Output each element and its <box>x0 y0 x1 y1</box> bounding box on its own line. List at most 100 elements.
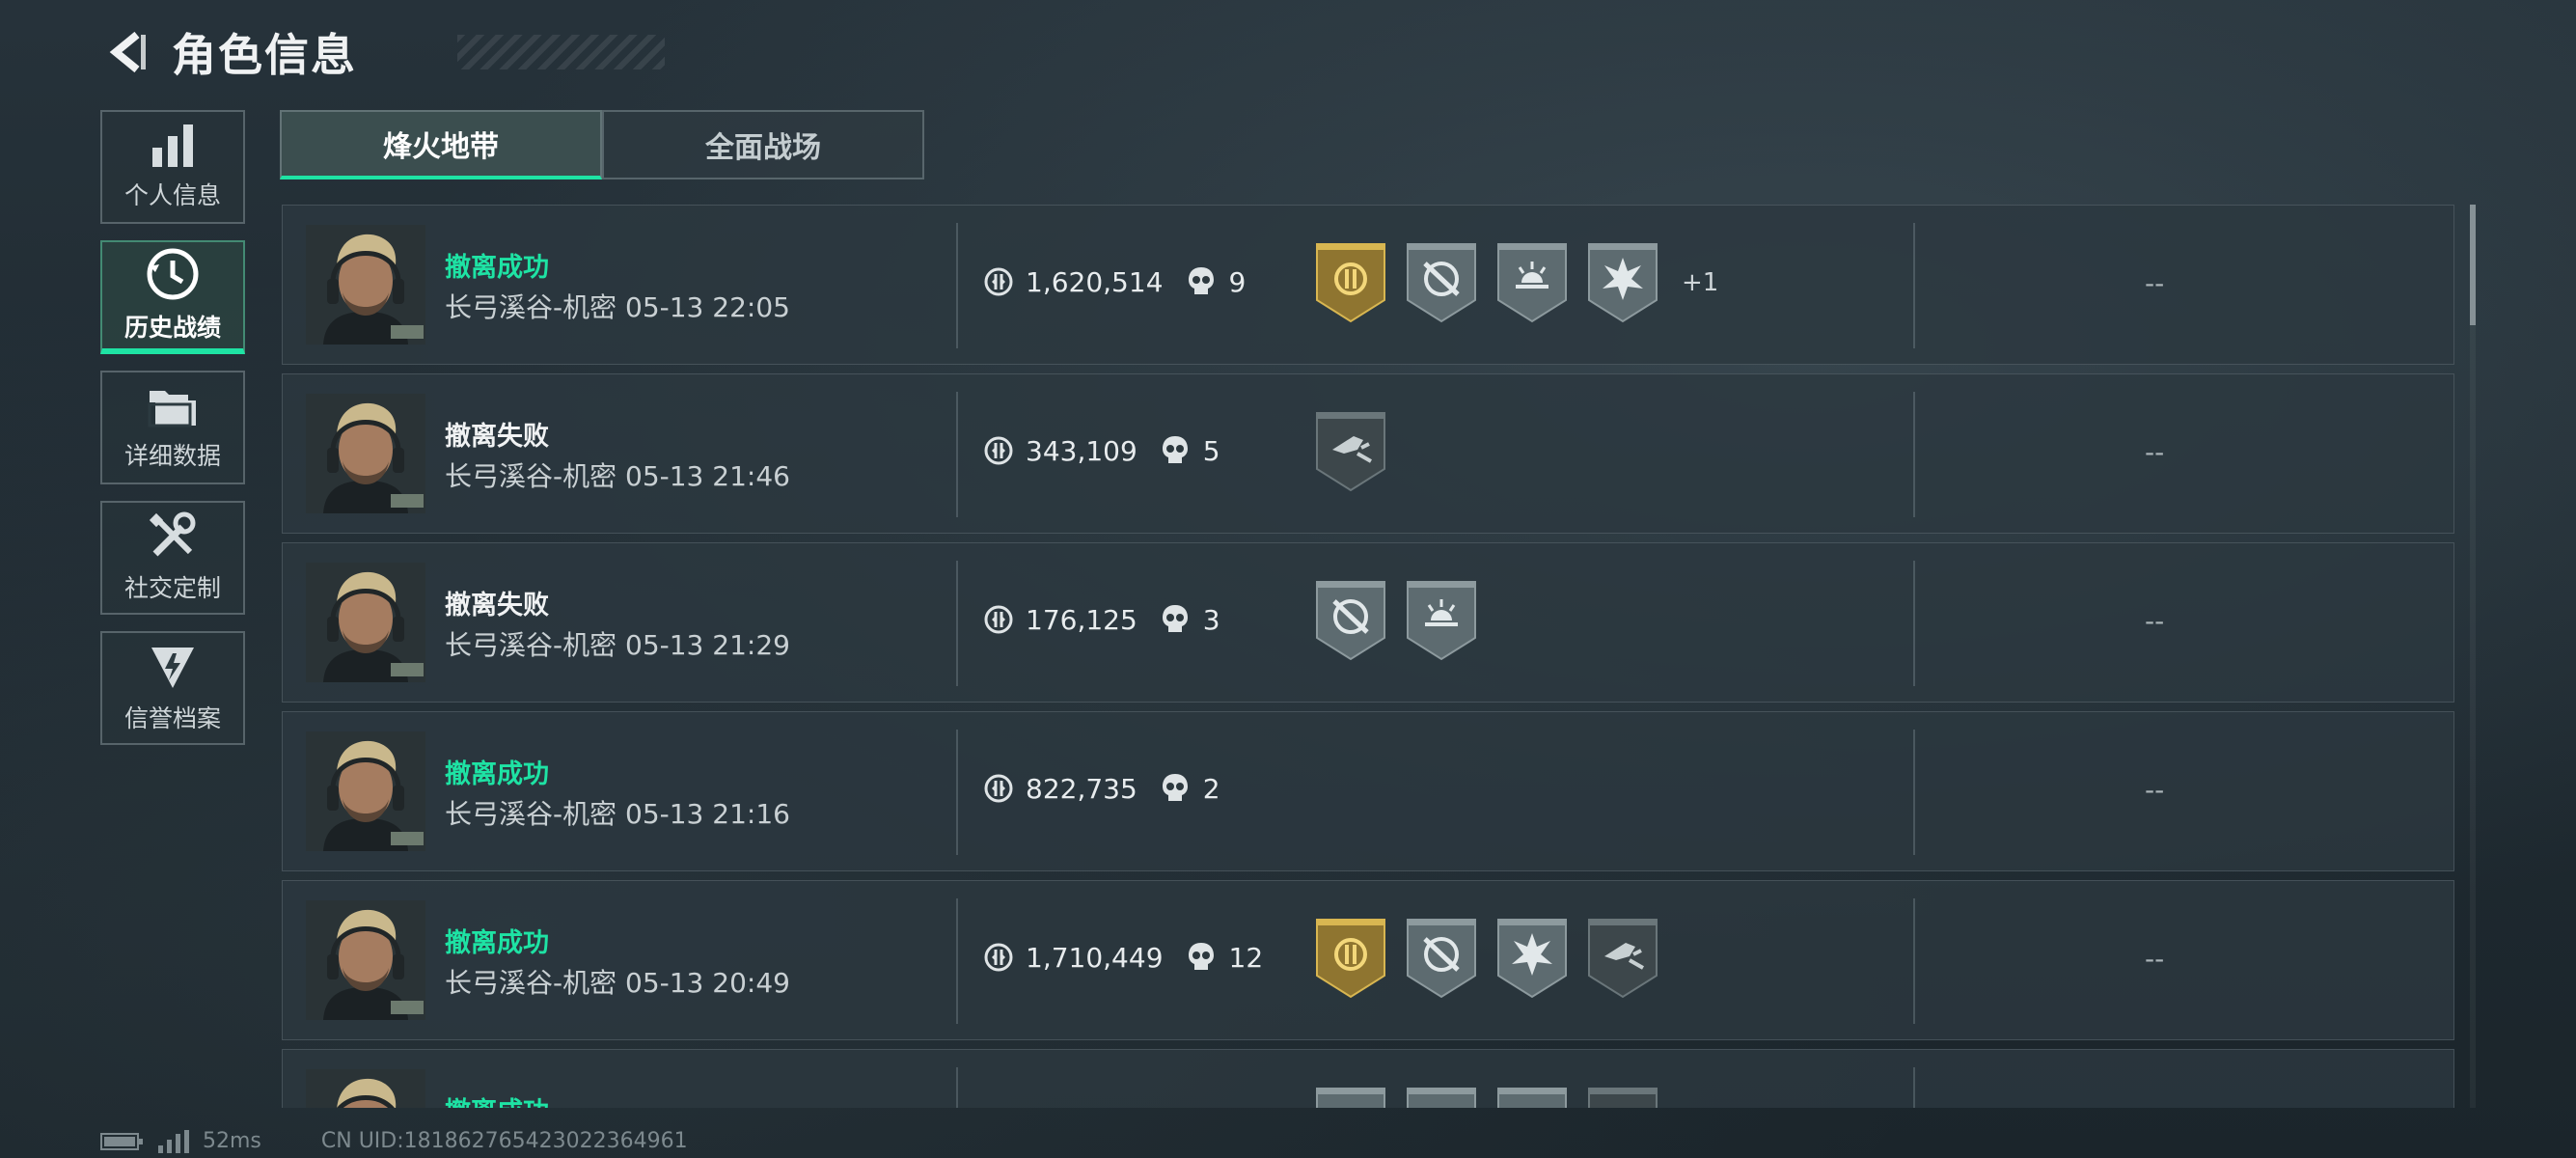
nav-item-detailed-data[interactable]: 详细数据 <box>100 371 245 484</box>
page-title: 角色信息 <box>172 29 357 81</box>
match-row[interactable]: 撤离失败 长弓溪谷-机密 05-13 21:29 176,125 3 -- <box>282 542 2454 703</box>
column-divider <box>1913 730 1915 855</box>
nav-label: 详细数据 <box>123 442 221 470</box>
tab-full-battlefield[interactable]: 全面战场 <box>602 110 924 179</box>
kill-count: 5 <box>1202 434 1220 467</box>
column-divider <box>956 1067 958 1108</box>
signal-icon <box>158 1129 189 1153</box>
back-arrow-icon <box>109 31 146 73</box>
nav-item-history-records[interactable]: 历史战绩 <box>100 240 245 354</box>
nav-item-social-customization[interactable]: 社交定制 <box>100 501 245 615</box>
map-and-time: 长弓溪谷-机密 05-13 20:49 <box>445 967 790 999</box>
user-uid: CN UID:181862765423022364961 <box>320 1129 688 1153</box>
ping-value: 52ms <box>203 1129 261 1153</box>
title-decoration <box>457 35 665 69</box>
sunrise-badge[interactable] <box>1496 1087 1568 1108</box>
rating-placeholder: -- <box>2145 943 2165 975</box>
extraction-status: 撤离成功 <box>445 1090 549 1108</box>
skull-icon <box>1161 434 1190 467</box>
nav-label: 历史战绩 <box>123 314 221 342</box>
column-divider <box>1913 223 1915 348</box>
nav-label: 信誉档案 <box>123 704 221 732</box>
achievement-badges <box>1315 1087 1678 1108</box>
kill-count: 3 <box>1202 603 1220 636</box>
loot-value-block: 1,620,514 9 <box>983 265 1246 298</box>
gold-emblem-badge[interactable] <box>1315 242 1386 323</box>
coin-icon <box>983 773 1014 804</box>
sunrise-badge[interactable] <box>1406 580 1477 661</box>
kill-count: 9 <box>1228 265 1247 298</box>
nav-item-credit-profile[interactable]: 信誉档案 <box>100 631 245 745</box>
clock-history-icon <box>147 248 199 300</box>
column-divider <box>956 898 958 1024</box>
extraction-status: 撤离成功 <box>445 759 549 789</box>
loot-value: 176,125 <box>1026 603 1137 636</box>
skull-icon <box>1161 772 1190 805</box>
achievement-badges <box>1315 918 1678 999</box>
achievement-badges: +1 <box>1315 242 1718 323</box>
operator-avatar <box>306 1069 425 1108</box>
loot-value: 822,735 <box>1026 772 1137 805</box>
operator-avatar <box>306 563 425 682</box>
kill-count: 12 <box>1228 941 1264 974</box>
page-header: 角色信息 <box>100 21 665 83</box>
broken-gun-badge[interactable] <box>1315 411 1386 492</box>
crosshair-badge[interactable] <box>1406 1087 1477 1108</box>
loot-value: 343,109 <box>1026 434 1137 467</box>
explosion-badge[interactable] <box>1496 918 1568 999</box>
coin-icon <box>983 266 1014 297</box>
crosshair-badge[interactable] <box>1315 1087 1386 1108</box>
column-divider <box>956 730 958 855</box>
skull-icon <box>1161 603 1190 636</box>
loot-value-block: 822,735 2 <box>983 772 1220 805</box>
list-scrollbar[interactable] <box>2470 205 2476 1108</box>
match-row[interactable]: 撤离成功 长弓溪谷-机密 05-13 21:16 822,735 2 -- <box>282 711 2454 871</box>
mode-tabs: 烽火地带 全面战场 <box>280 110 924 179</box>
rating-placeholder: -- <box>2145 605 2165 637</box>
credit-emblem-icon <box>151 648 194 688</box>
sunrise-badge[interactable] <box>1496 242 1568 323</box>
map-and-time: 长弓溪谷-机密 05-13 21:16 <box>445 798 790 830</box>
match-row[interactable]: 撤离成功 <box>282 1049 2454 1108</box>
rating-placeholder: -- <box>2145 267 2165 299</box>
match-row[interactable]: 撤离失败 长弓溪谷-机密 05-13 21:46 343,109 5 -- <box>282 373 2454 534</box>
broken-gun-badge[interactable] <box>1587 1087 1658 1108</box>
gold-emblem-badge[interactable] <box>1315 918 1386 999</box>
operator-avatar <box>306 225 425 345</box>
kill-count: 2 <box>1202 772 1220 805</box>
column-divider <box>1913 898 1915 1024</box>
coin-icon <box>983 942 1014 973</box>
operator-avatar <box>306 731 425 851</box>
crosshair-badge[interactable] <box>1406 918 1477 999</box>
nav-label: 社交定制 <box>123 574 221 602</box>
back-button[interactable] <box>100 25 154 79</box>
folder-icon <box>148 391 196 427</box>
coin-icon <box>983 604 1014 635</box>
broken-gun-badge[interactable] <box>1587 918 1658 999</box>
achievement-badges <box>1315 411 1406 492</box>
explosion-badge[interactable] <box>1587 242 1658 323</box>
match-history-list[interactable]: 撤离成功 长弓溪谷-机密 05-13 22:05 1,620,514 9 +1 … <box>282 205 2454 1108</box>
rating-placeholder: -- <box>2145 436 2165 468</box>
crosshair-badge[interactable] <box>1406 242 1477 323</box>
loot-value-block: 176,125 3 <box>983 603 1220 636</box>
extraction-status: 撤离成功 <box>445 928 549 958</box>
side-navigation: 个人信息 历史战绩 详细数据 社交定制 信誉档案 <box>100 110 249 761</box>
tools-icon <box>149 511 196 557</box>
match-row[interactable]: 撤离成功 长弓溪谷-机密 05-13 20:49 1,710,449 12 -- <box>282 880 2454 1040</box>
column-divider <box>956 223 958 348</box>
nav-item-personal-info[interactable]: 个人信息 <box>100 110 245 224</box>
scrollbar-thumb[interactable] <box>2470 205 2476 325</box>
rating-placeholder: -- <box>2145 774 2165 806</box>
more-badges-count[interactable]: +1 <box>1682 268 1718 297</box>
operator-avatar <box>306 900 425 1020</box>
tab-warzone-extraction[interactable]: 烽火地带 <box>280 110 602 179</box>
map-and-time: 长弓溪谷-机密 05-13 21:29 <box>445 629 790 661</box>
crosshair-badge[interactable] <box>1315 580 1386 661</box>
column-divider <box>956 392 958 517</box>
nav-label: 个人信息 <box>123 181 221 209</box>
column-divider <box>1913 1067 1915 1108</box>
match-row[interactable]: 撤离成功 长弓溪谷-机密 05-13 22:05 1,620,514 9 +1 … <box>282 205 2454 365</box>
loot-value: 1,710,449 <box>1026 941 1164 974</box>
map-and-time: 长弓溪谷-机密 05-13 22:05 <box>445 291 790 323</box>
